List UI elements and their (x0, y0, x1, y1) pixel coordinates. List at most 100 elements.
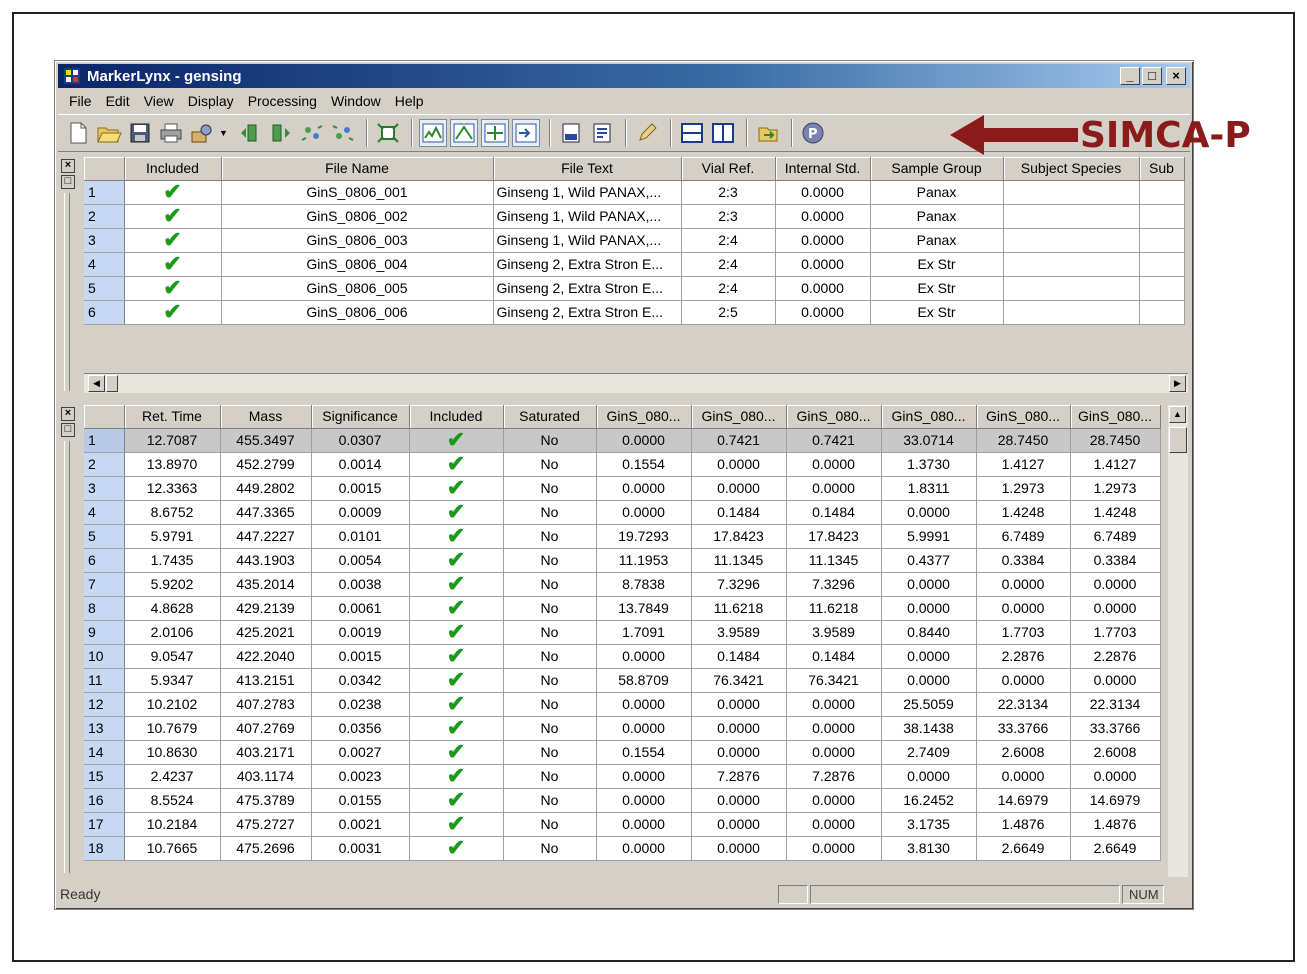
intensity-cell[interactable]: 14.6979 (1070, 788, 1161, 813)
scroll-thumb[interactable] (1169, 427, 1187, 453)
saturated-cell[interactable]: No (503, 596, 597, 621)
column-header[interactable]: File Name (221, 157, 494, 181)
intensity-cell[interactable]: 33.3766 (976, 716, 1071, 741)
file-name-cell[interactable]: GinS_0806_002 (221, 204, 494, 229)
intensity-cell[interactable]: 0.0000 (976, 764, 1071, 789)
pane-grip[interactable] (64, 441, 70, 873)
intensity-cell[interactable]: 0.0000 (691, 692, 787, 717)
column-header[interactable]: GinS_080... (786, 405, 882, 429)
row-number[interactable]: 2 (84, 204, 125, 229)
table-row[interactable]: 15 2.4237 403.1174 0.0023 ✔ No 0.0000 7.2876 7.2… (84, 764, 1161, 789)
table-row[interactable]: 8 4.8628 429.2139 0.0061 ✔ No 13.7849 11.6218 11… (84, 596, 1161, 621)
mass-cell[interactable]: 455.3497 (220, 428, 312, 453)
row-number[interactable]: 5 (84, 524, 125, 549)
vial-ref-cell[interactable]: 2:4 (681, 252, 776, 277)
included-cell[interactable]: ✔ (124, 180, 222, 205)
file-text-cell[interactable]: Ginseng 2, Extra Stron E... (493, 300, 682, 325)
intensity-cell[interactable]: 28.7450 (976, 428, 1071, 453)
column-header[interactable]: Saturated (503, 405, 597, 429)
sample-group-cell[interactable]: Ex Str (870, 300, 1004, 325)
file-text-cell[interactable]: Ginseng 2, Extra Stron E... (493, 252, 682, 277)
column-header[interactable]: File Text (493, 157, 682, 181)
included-cell[interactable]: ✔ (124, 204, 222, 229)
mass-cell[interactable]: 443.1903 (220, 548, 312, 573)
chevron-down-icon[interactable]: ▼ (219, 128, 228, 138)
significance-cell[interactable]: 0.0015 (311, 644, 410, 669)
included-cell[interactable]: ✔ (409, 692, 504, 717)
intensity-cell[interactable]: 0.0000 (691, 716, 787, 741)
row-number[interactable]: 9 (84, 620, 125, 645)
intensity-cell[interactable]: 0.0000 (1070, 668, 1161, 693)
significance-cell[interactable]: 0.0014 (311, 452, 410, 477)
table-row[interactable]: 9 2.0106 425.2021 0.0019 ✔ No 1.7091 3.9589 3.95… (84, 620, 1161, 645)
table-row[interactable]: 13 10.7679 407.2769 0.0356 ✔ No 0.0000 0.0000 0.… (84, 716, 1161, 741)
sub-cell[interactable] (1139, 204, 1185, 229)
intensity-cell[interactable]: 7.3296 (691, 572, 787, 597)
intensity-cell[interactable]: 0.0000 (596, 716, 692, 741)
intensity-cell[interactable]: 1.4127 (976, 452, 1071, 477)
intensity-cell[interactable]: 0.0000 (596, 788, 692, 813)
included-cell[interactable]: ✔ (409, 788, 504, 813)
mass-cell[interactable]: 413.2151 (220, 668, 312, 693)
ret-time-cell[interactable]: 5.9347 (124, 668, 221, 693)
horizontal-scrollbar[interactable]: ◀ ▶ (84, 373, 1188, 393)
column-header[interactable]: Sub (1139, 157, 1185, 181)
included-cell[interactable]: ✔ (409, 596, 504, 621)
ret-time-cell[interactable]: 2.0106 (124, 620, 221, 645)
intensity-cell[interactable]: 11.1345 (691, 548, 787, 573)
intensity-cell[interactable]: 0.8440 (881, 620, 977, 645)
subject-species-cell[interactable] (1003, 252, 1140, 277)
intensity-cell[interactable]: 0.0000 (976, 572, 1071, 597)
row-number[interactable]: 6 (84, 548, 125, 573)
intensity-cell[interactable]: 0.7421 (691, 428, 787, 453)
vial-ref-cell[interactable]: 2:4 (681, 228, 776, 253)
mass-cell[interactable]: 449.2802 (220, 476, 312, 501)
sample-group-cell[interactable]: Ex Str (870, 252, 1004, 277)
save-icon[interactable] (126, 119, 154, 147)
row-number[interactable]: 5 (84, 276, 125, 301)
mass-cell[interactable]: 475.2696 (220, 836, 312, 861)
restore-pane-icon[interactable]: □ (61, 423, 75, 437)
table-row[interactable]: 2 13.8970 452.2799 0.0014 ✔ No 0.1554 0.0000 0.0… (84, 452, 1161, 477)
intensity-cell[interactable]: 0.0000 (596, 644, 692, 669)
intensity-cell[interactable]: 22.3134 (976, 692, 1071, 717)
table-row[interactable]: 3 ✔ GinS_0806_003 Ginseng 1, Wild PANAX,...… (84, 228, 1185, 253)
minimize-button[interactable]: _ (1120, 67, 1140, 85)
saturated-cell[interactable]: No (503, 692, 597, 717)
column-header[interactable]: Significance (311, 405, 410, 429)
included-cell[interactable]: ✔ (409, 548, 504, 573)
intensity-cell[interactable]: 0.0000 (786, 476, 882, 501)
saturated-cell[interactable]: No (503, 668, 597, 693)
included-cell[interactable]: ✔ (409, 812, 504, 837)
saturated-cell[interactable]: No (503, 740, 597, 765)
subject-species-cell[interactable] (1003, 228, 1140, 253)
intensity-cell[interactable]: 33.0714 (881, 428, 977, 453)
column-header[interactable] (84, 405, 125, 429)
vertical-scrollbar[interactable]: ▲ (1168, 405, 1188, 877)
significance-cell[interactable]: 0.0027 (311, 740, 410, 765)
maximize-button[interactable]: □ (1142, 67, 1162, 85)
new-file-icon[interactable] (64, 119, 92, 147)
row-number[interactable]: 8 (84, 596, 125, 621)
intensity-cell[interactable]: 1.4248 (1070, 500, 1161, 525)
file-name-cell[interactable]: GinS_0806_003 (221, 228, 494, 253)
intensity-cell[interactable]: 1.2973 (976, 476, 1071, 501)
significance-cell[interactable]: 0.0021 (311, 812, 410, 837)
intensity-cell[interactable]: 25.5059 (881, 692, 977, 717)
column-header[interactable]: Mass (220, 405, 312, 429)
significance-cell[interactable]: 0.0101 (311, 524, 410, 549)
mass-cell[interactable]: 425.2021 (220, 620, 312, 645)
included-cell[interactable]: ✔ (409, 716, 504, 741)
table-row[interactable]: 2 ✔ GinS_0806_002 Ginseng 1, Wild PANAX,...… (84, 204, 1185, 229)
table-row[interactable]: 14 10.8630 403.2171 0.0027 ✔ No 0.1554 0.0000 0.… (84, 740, 1161, 765)
intensity-cell[interactable]: 0.0000 (881, 500, 977, 525)
row-number[interactable]: 15 (84, 764, 125, 789)
row-number[interactable]: 11 (84, 668, 125, 693)
included-cell[interactable]: ✔ (409, 500, 504, 525)
vial-ref-cell[interactable]: 2:3 (681, 180, 776, 205)
included-cell[interactable]: ✔ (124, 252, 222, 277)
intensity-cell[interactable]: 11.1345 (786, 548, 882, 573)
row-number[interactable]: 4 (84, 500, 125, 525)
intensity-cell[interactable]: 0.0000 (881, 764, 977, 789)
row-number[interactable]: 6 (84, 300, 125, 325)
